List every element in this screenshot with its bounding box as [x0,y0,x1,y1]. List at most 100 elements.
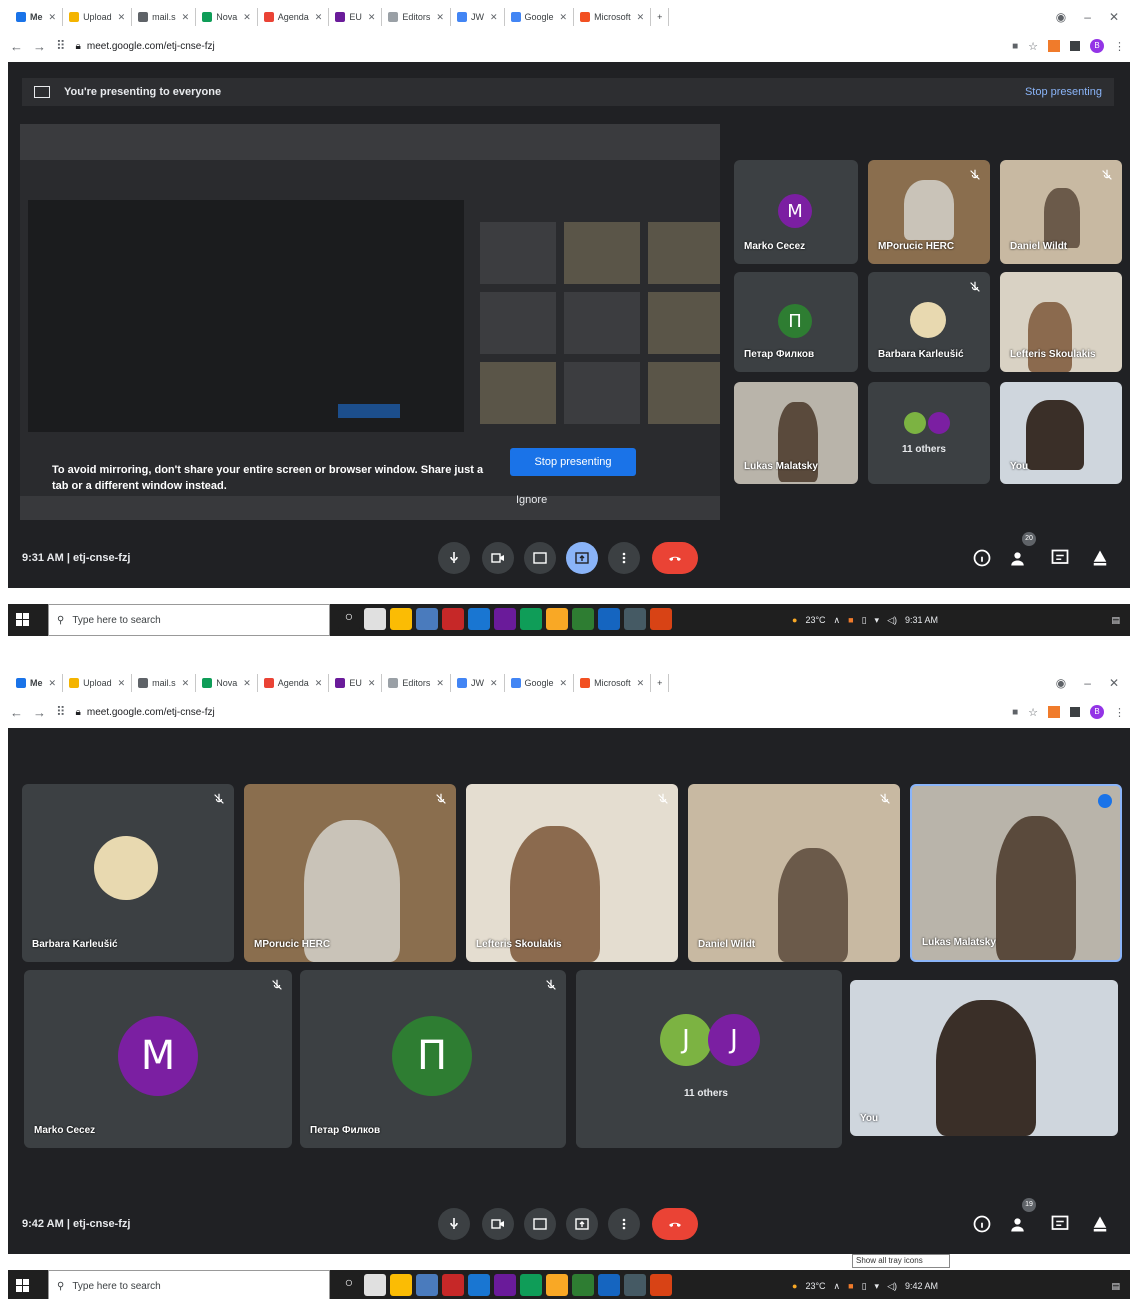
file-explorer-icon[interactable] [546,608,568,630]
meeting-details-icon[interactable] [972,548,992,568]
chrome-icon[interactable] [390,608,412,630]
close-icon[interactable]: ✕ [560,12,568,23]
app-icon[interactable] [416,608,438,630]
browser-tab[interactable]: JW ✕ [451,674,505,692]
browser-tab[interactable]: Upload ✕ [63,674,133,692]
captions-button[interactable] [524,542,556,574]
app-icon[interactable] [624,608,646,630]
mic-button[interactable] [438,1208,470,1240]
participant-tile[interactable]: Lukas Malatsky [734,382,858,484]
close-icon[interactable]: ✕ [182,678,190,689]
browser-tab[interactable]: EU ✕ [329,8,383,26]
close-icon[interactable]: ✕ [49,12,57,23]
network-icon[interactable]: ▾ [875,1281,880,1292]
teams-icon[interactable] [494,608,516,630]
cortana-icon[interactable]: ○ [338,608,360,630]
close-window-icon[interactable]: ✕ [1109,10,1119,24]
camera-button[interactable] [482,542,514,574]
acrobat-icon[interactable] [442,608,464,630]
close-icon[interactable]: ✕ [118,678,126,689]
close-icon[interactable]: ✕ [436,12,444,23]
browser-tab[interactable]: mail.s ✕ [132,674,197,692]
browser-tab[interactable]: Agenda ✕ [258,8,330,26]
close-icon[interactable]: ✕ [637,12,645,23]
browser-tab[interactable]: mail.s ✕ [132,8,197,26]
tray-icon[interactable]: ■ [848,1281,853,1291]
participant-tile[interactable]: Lefteris Skoulakis [1000,272,1122,372]
close-icon[interactable]: ✕ [315,12,323,23]
app-icon[interactable] [624,1274,646,1296]
profile-avatar[interactable]: B [1090,705,1104,719]
participant-tile[interactable]: П Петар Филков [734,272,858,372]
teams-icon[interactable] [494,1274,516,1296]
notifications-icon[interactable]: ▤ [1111,1281,1120,1292]
new-tab-button[interactable]: + [651,8,670,26]
leave-call-button[interactable] [652,1208,698,1240]
close-icon[interactable]: ✕ [637,678,645,689]
tray-icon[interactable]: ■ [848,615,853,625]
close-icon[interactable]: ✕ [490,678,498,689]
close-window-icon[interactable]: ✕ [1109,676,1119,690]
acrobat-icon[interactable] [442,1274,464,1296]
show-hidden-icons-icon[interactable]: ∧ [834,615,841,626]
browser-tab[interactable]: EU ✕ [329,674,383,692]
weather-icon[interactable]: ● [792,615,797,625]
close-icon[interactable]: ✕ [243,12,251,23]
people-icon[interactable] [1010,1214,1030,1234]
browser-tab[interactable]: Me ✕ [10,674,64,692]
ignore-button[interactable]: Ignore [516,494,547,506]
extension-icon[interactable] [1070,41,1080,51]
close-icon[interactable]: ✕ [490,12,498,23]
participant-tile[interactable]: Barbara Karleušić [22,784,234,962]
participant-tile[interactable]: MPorucic HERC [868,160,990,264]
close-icon[interactable]: ✕ [368,678,376,689]
mic-button[interactable] [438,542,470,574]
excel-icon[interactable] [572,1274,594,1296]
participant-tile[interactable]: M Marko Cecez [734,160,858,264]
participant-tile[interactable]: You [850,980,1118,1136]
activities-icon[interactable] [1090,548,1110,568]
app-icon[interactable] [416,1274,438,1296]
chat-icon[interactable] [1050,1214,1070,1234]
present-button[interactable] [566,542,598,574]
participant-tile[interactable]: П Петар Филков [300,970,566,1148]
tab-search-icon[interactable]: ◉ [1056,676,1066,690]
banner-stop-presenting-link[interactable]: Stop presenting [1025,86,1102,98]
forward-arrow-icon[interactable]: → [33,705,46,720]
close-icon[interactable]: ✕ [315,678,323,689]
tab-search-icon[interactable]: ◉ [1056,10,1066,24]
browser-tab[interactable]: Nova ✕ [196,8,258,26]
participant-tile[interactable]: MPorucic HERC [244,784,456,962]
camera-icon[interactable]: ■ [1012,707,1018,718]
apps-icon[interactable]: ⠿ [56,704,66,720]
camera-icon[interactable]: ■ [1012,41,1018,52]
captions-button[interactable] [524,1208,556,1240]
leave-call-button[interactable] [652,542,698,574]
volume-icon[interactable]: ◁) [887,615,897,626]
battery-icon[interactable]: ▯ [862,615,867,626]
chat-icon[interactable] [1050,548,1070,568]
close-icon[interactable]: ✕ [243,678,251,689]
battery-icon[interactable]: ▯ [862,1281,867,1292]
minimize-icon[interactable]: – [1084,676,1091,690]
more-options-button[interactable] [608,1208,640,1240]
minimize-icon[interactable]: – [1084,10,1091,24]
participant-tile[interactable]: Lukas Malatsky [910,784,1122,962]
browser-tab[interactable]: Upload ✕ [63,8,133,26]
people-icon[interactable] [1010,548,1030,568]
present-button[interactable] [566,1208,598,1240]
back-arrow-icon[interactable]: ← [10,705,23,720]
close-icon[interactable]: ✕ [118,12,126,23]
show-hidden-icons-icon[interactable]: ∧ [834,1281,841,1292]
cortana-icon[interactable]: ○ [338,1274,360,1296]
close-icon[interactable]: ✕ [368,12,376,23]
star-icon[interactable]: ☆ [1028,706,1038,719]
back-arrow-icon[interactable]: ← [10,39,23,54]
participant-tile[interactable]: Barbara Karleušić [868,272,990,372]
browser-tab[interactable]: JW ✕ [451,8,505,26]
powerpoint-icon[interactable] [650,608,672,630]
activities-icon[interactable] [1090,1214,1110,1234]
edge-icon[interactable] [520,1274,542,1296]
excel-icon[interactable] [572,608,594,630]
close-icon[interactable]: ✕ [560,678,568,689]
